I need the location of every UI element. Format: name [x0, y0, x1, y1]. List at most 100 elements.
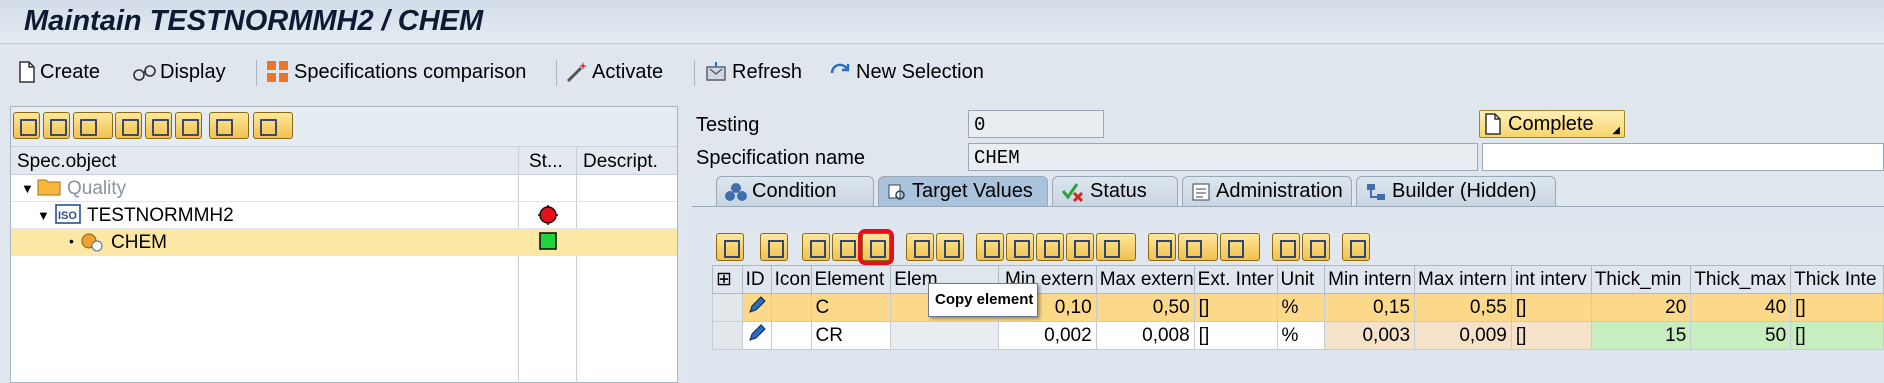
sort-ascending-icon[interactable]: [145, 112, 172, 139]
tree-node-testnormmh2[interactable]: ▼ ISO TESTNORMMH2: [11, 202, 677, 229]
col-header-thick-min[interactable]: Thick_min: [1590, 265, 1692, 294]
thick-min-cell[interactable]: 15: [1590, 321, 1692, 350]
ext-inter-cell[interactable]: []: [1193, 321, 1278, 350]
tab-status[interactable]: Status: [1052, 176, 1178, 206]
find-binoculars-icon[interactable]: [175, 112, 202, 139]
details-menu-icon[interactable]: [73, 112, 113, 139]
append-row-icon[interactable]: [760, 233, 788, 261]
max-intern-cell[interactable]: 0,009: [1414, 321, 1512, 350]
edit-pencil-icon[interactable]: [741, 321, 772, 350]
activate-button[interactable]: Activate: [566, 58, 663, 86]
filter-icon[interactable]: [1006, 233, 1034, 261]
col-header-status[interactable]: St...: [529, 151, 563, 173]
complete-button[interactable]: Complete ◢: [1479, 110, 1625, 138]
transfer-icon[interactable]: [1302, 233, 1330, 261]
new-document-icon[interactable]: [802, 233, 830, 261]
glasses-icon: [133, 65, 156, 81]
thick-min-cell[interactable]: 20: [1590, 293, 1692, 322]
spec-name-field[interactable]: CHEM: [968, 143, 1478, 171]
col-header-element[interactable]: Element: [810, 265, 892, 294]
status-green-icon: [539, 232, 557, 256]
testing-field[interactable]: 0: [968, 110, 1104, 138]
col-header-description[interactable]: Descript.: [583, 151, 658, 173]
expand-tree-icon[interactable]: [13, 112, 40, 139]
min-intern-cell[interactable]: 0,15: [1324, 293, 1416, 322]
elem-cell[interactable]: [890, 321, 999, 350]
find-next-icon[interactable]: [1066, 233, 1094, 261]
row-selector[interactable]: [712, 321, 743, 350]
refresh-icon: [706, 62, 726, 81]
table-row[interactable]: CR 0,002 0,008 [] % 0,003 0,009 [] 15 50…: [712, 321, 1884, 350]
builder-icon: [1367, 183, 1385, 200]
col-header-max-extern[interactable]: Max extern: [1095, 265, 1195, 294]
col-header-ext-inter[interactable]: Ext. Inter: [1193, 265, 1278, 294]
layout-menu-icon[interactable]: [1220, 233, 1260, 261]
col-header-unit[interactable]: Unit: [1276, 265, 1326, 294]
tab-builder-hidden[interactable]: Builder (Hidden): [1356, 176, 1556, 206]
int-interv-cell[interactable]: []: [1510, 321, 1592, 350]
ext-inter-cell[interactable]: []: [1193, 293, 1278, 322]
unit-cell[interactable]: %: [1276, 293, 1326, 322]
layout-menu-icon[interactable]: [253, 112, 293, 139]
select-all-icon[interactable]: ⊞: [712, 265, 743, 294]
print-icon[interactable]: [1148, 233, 1176, 261]
info-icon[interactable]: [1272, 233, 1300, 261]
row-selector[interactable]: [712, 293, 743, 322]
tab-administration[interactable]: Administration: [1182, 176, 1352, 206]
spec-comparison-label: Specifications comparison: [294, 60, 527, 83]
tab-target-values[interactable]: Target Values: [878, 176, 1048, 206]
spec-name-description-field[interactable]: [1482, 143, 1884, 171]
col-header-thick-inte[interactable]: Thick Inte: [1790, 265, 1884, 294]
wand-icon[interactable]: [936, 233, 964, 261]
thick-inte-cell[interactable]: []: [1790, 293, 1884, 322]
filter-menu-icon[interactable]: [1096, 233, 1136, 261]
tree-node-chem[interactable]: • CHEM: [11, 229, 677, 256]
create-button[interactable]: Create: [18, 58, 100, 86]
edit-pencil-icon[interactable]: [741, 293, 772, 322]
delete-row-icon[interactable]: [832, 233, 860, 261]
export-menu-icon[interactable]: [1178, 233, 1218, 261]
tree-node-quality[interactable]: ▼ Quality: [11, 175, 677, 202]
max-intern-cell[interactable]: 0,55: [1414, 293, 1512, 322]
thick-inte-cell[interactable]: []: [1790, 321, 1884, 350]
refresh-button[interactable]: Refresh: [704, 58, 802, 86]
document-icon: [1485, 113, 1501, 135]
min-intern-cell[interactable]: 0,003: [1324, 321, 1416, 350]
title-bar: Maintain TESTNORMMH2 / CHEM: [0, 0, 1884, 44]
find-binoculars-icon[interactable]: [1036, 233, 1064, 261]
display-button[interactable]: Display: [132, 58, 226, 86]
tab-condition[interactable]: Condition: [716, 176, 874, 206]
copy-element-icon[interactable]: [858, 229, 894, 265]
expand-arrow-icon[interactable]: ▼: [21, 181, 34, 196]
table-row[interactable]: C 0,10 0,50 [] % 0,15 0,55 [] 20 40 []: [712, 293, 1884, 322]
min-extern-cell[interactable]: 0,002: [997, 321, 1097, 350]
spec-comparison-button[interactable]: Specifications comparison: [266, 58, 526, 86]
col-header-int-interv[interactable]: int interv: [1510, 265, 1592, 294]
element-cell[interactable]: C: [810, 293, 892, 322]
col-header-spec-object[interactable]: Spec.object: [17, 151, 116, 173]
col-header-min-intern[interactable]: Min intern: [1324, 265, 1416, 294]
col-header-icon[interactable]: Icon: [770, 265, 812, 294]
expand-arrow-icon[interactable]: ▼: [37, 208, 50, 223]
delete-icon[interactable]: [43, 112, 70, 139]
thick-max-cell[interactable]: 40: [1690, 293, 1792, 322]
col-header-thick-max[interactable]: Thick_max: [1690, 265, 1792, 294]
align-icon[interactable]: [976, 233, 1004, 261]
document-icon: [19, 61, 35, 83]
max-extern-cell[interactable]: 0,50: [1095, 293, 1195, 322]
unit-cell[interactable]: %: [1276, 321, 1326, 350]
edit-icon[interactable]: [906, 233, 934, 261]
details-icon[interactable]: [716, 233, 744, 261]
thick-max-cell[interactable]: 50: [1690, 321, 1792, 350]
print-menu-icon[interactable]: [209, 112, 249, 139]
bullet-icon: •: [69, 233, 74, 249]
sort-descending-icon[interactable]: [115, 112, 142, 139]
max-extern-cell[interactable]: 0,008: [1095, 321, 1195, 350]
col-header-id[interactable]: ID: [741, 265, 772, 294]
complete-label: Complete: [1508, 112, 1594, 135]
col-header-max-intern[interactable]: Max intern: [1414, 265, 1512, 294]
int-interv-cell[interactable]: []: [1510, 293, 1592, 322]
close-grid-icon[interactable]: [1342, 233, 1370, 261]
element-cell[interactable]: CR: [810, 321, 892, 350]
new-selection-button[interactable]: New Selection: [828, 58, 984, 86]
